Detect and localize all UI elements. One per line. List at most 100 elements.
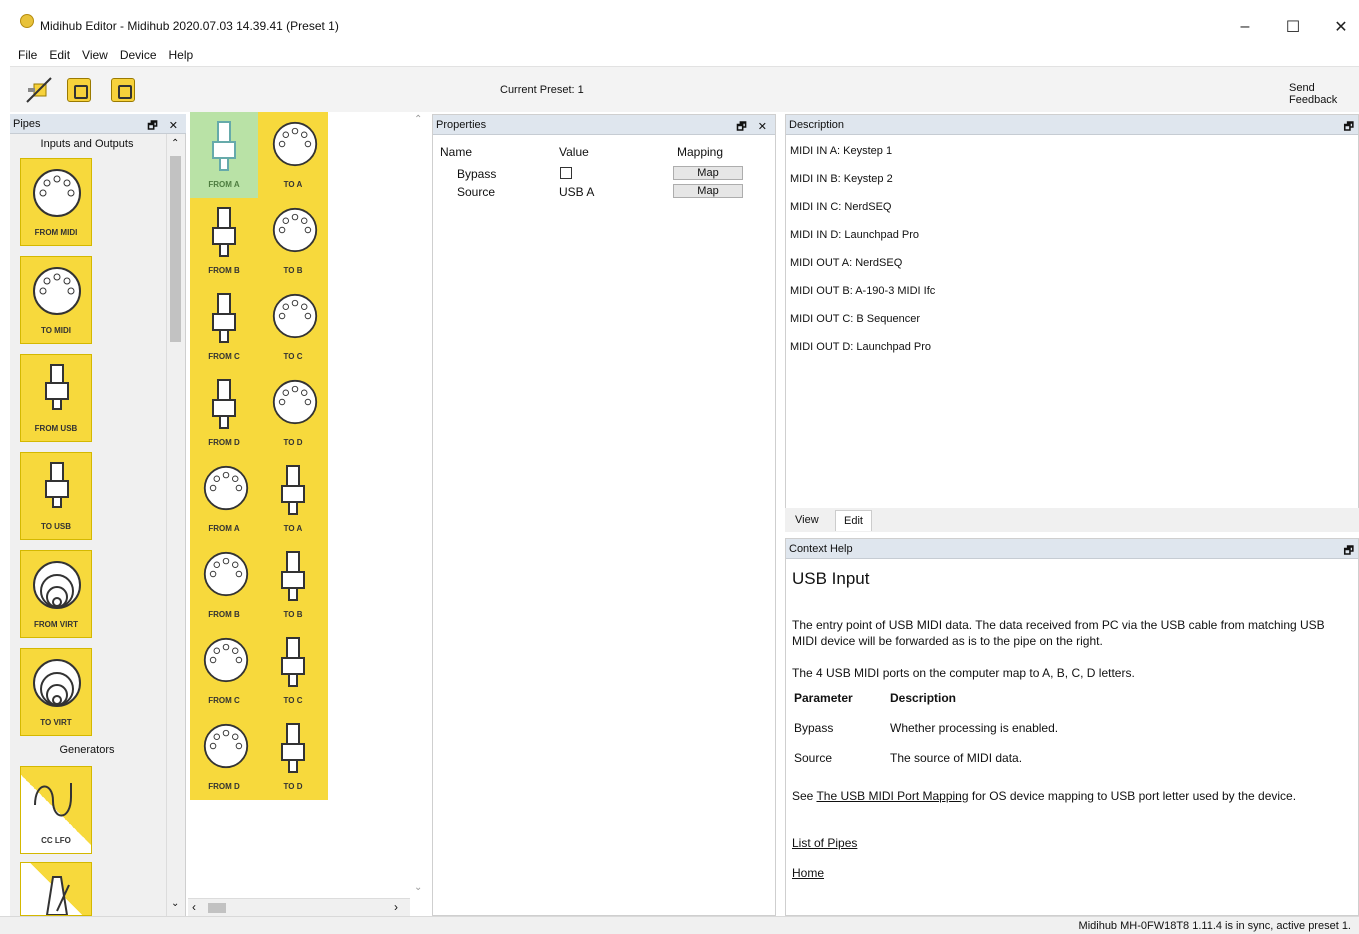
usb-plug-icon [212, 293, 236, 343]
pipe-tile-to-virt[interactable]: TO VIRT [20, 648, 92, 736]
properties-panel-header: Properties 🗗 ✕ [433, 115, 775, 135]
tab-edit[interactable]: Edit [835, 510, 872, 531]
pipe-tile-metronome[interactable] [20, 862, 92, 916]
scroll-up-icon[interactable]: ⌃ [414, 114, 422, 125]
usb-plug-icon [45, 462, 69, 508]
usb-plug-icon [45, 364, 69, 410]
panel-float-icon[interactable]: 🗗 [1344, 118, 1358, 137]
menu-bar: File Edit View Device Help [0, 44, 1359, 66]
list-of-pipes-link[interactable]: List of Pipes [792, 835, 857, 851]
minimize-button[interactable]: – [1222, 12, 1268, 42]
description-line: MIDI OUT D: Launchpad Pro [790, 341, 932, 353]
panel-float-close-controls[interactable]: 🗗 ✕ [736, 118, 771, 137]
scroll-up-icon[interactable]: ⌃ [171, 138, 179, 149]
usb-plug-icon [212, 121, 236, 171]
canvas-horizontal-scrollbar[interactable]: ‹ › [188, 898, 410, 916]
source-value[interactable]: USB A [559, 185, 594, 199]
panel-float-icon[interactable]: 🗗 [1344, 542, 1358, 561]
description-line: MIDI IN B: Keystep 2 [790, 173, 893, 185]
status-text: Midihub MH-0FW18T8 1.11.4 is in sync, ac… [1078, 920, 1351, 932]
scroll-thumb[interactable] [208, 903, 226, 913]
chip-icon [111, 78, 135, 102]
context-help-see-paragraph: See The USB MIDI Port Mapping for OS dev… [792, 788, 1342, 804]
grid-cell-usb-to-c[interactable]: TO C [259, 628, 327, 714]
grid-cell-midi-to-c[interactable]: TO C [259, 284, 327, 370]
description-line: MIDI IN D: Launchpad Pro [790, 229, 920, 241]
din-connector-icon [203, 637, 249, 683]
grid-cell-usb-from-c[interactable]: FROM C [190, 284, 258, 370]
grid-cell-label: TO D [283, 782, 303, 791]
context-help-panel: Context Help 🗗 USB Input The entry point… [785, 538, 1359, 916]
write-device-button[interactable] [108, 75, 138, 105]
grid-cell-usb-from-a[interactable]: FROM A [190, 112, 258, 198]
grid-cell-midi-from-a[interactable]: FROM A [190, 456, 258, 542]
see-prefix: See [792, 789, 817, 803]
pipe-grid: FROM A TO A FROM B TO B FROM C TO C FROM… [190, 112, 328, 800]
din-connector-icon [203, 551, 249, 597]
map-button-bypass[interactable]: Map [673, 166, 743, 180]
grid-cell-label: FROM C [208, 696, 240, 705]
tab-view[interactable]: View [789, 512, 825, 528]
grid-cell-usb-from-d[interactable]: FROM D [190, 370, 258, 456]
menu-view[interactable]: View [76, 48, 114, 62]
grid-cell-midi-to-a[interactable]: TO A [259, 112, 327, 198]
maximize-button[interactable]: ☐ [1270, 12, 1316, 42]
status-bar: Midihub MH-0FW18T8 1.11.4 is in sync, ac… [0, 916, 1359, 934]
menu-device[interactable]: Device [114, 48, 163, 62]
usb-plug-icon [281, 551, 305, 601]
pipe-tile-from-virt[interactable]: FROM VIRT [20, 550, 92, 638]
pipe-tile-cc-lfo[interactable]: CC LFO [20, 766, 92, 854]
pipe-tile-from-midi[interactable]: FROM MIDI [20, 158, 92, 246]
send-feedback-button[interactable]: Send Feedback [1289, 82, 1359, 106]
grid-cell-usb-to-a[interactable]: TO A [259, 456, 327, 542]
grid-cell-usb-to-d[interactable]: TO D [259, 714, 327, 800]
col-header-value: Value [559, 145, 589, 159]
description-line: MIDI OUT B: A-190-3 MIDI Ifc [790, 285, 936, 297]
scroll-thumb[interactable] [170, 156, 181, 342]
map-button-source[interactable]: Map [673, 184, 743, 198]
din-connector-icon [203, 723, 249, 769]
description-line: MIDI IN C: NerdSEQ [790, 201, 892, 213]
grid-cell-midi-to-b[interactable]: TO B [259, 198, 327, 284]
pipes-scrollbar[interactable]: ⌃ ⌄ [166, 134, 184, 916]
pipe-tile-to-usb[interactable]: TO USB [20, 452, 92, 540]
scroll-right-icon[interactable]: › [394, 900, 398, 914]
grid-cell-usb-from-b[interactable]: FROM B [190, 198, 258, 284]
pipe-tile-label: FROM VIRT [34, 620, 78, 629]
pipe-tile-from-usb[interactable]: FROM USB [20, 354, 92, 442]
properties-panel: Properties 🗗 ✕ Name Value Mapping Bypass… [432, 114, 776, 916]
pipes-panel-header: Pipes 🗗 ✕ [10, 114, 186, 134]
section-inputs-outputs: Inputs and Outputs [40, 138, 134, 150]
disconnect-button[interactable] [24, 75, 54, 105]
read-device-button[interactable] [64, 75, 94, 105]
menu-edit[interactable]: Edit [43, 48, 76, 62]
usb-plug-icon [281, 637, 305, 687]
pipe-tile-label: CC LFO [41, 836, 71, 845]
grid-cell-usb-to-b[interactable]: TO B [259, 542, 327, 628]
scroll-left-icon[interactable]: ‹ [192, 900, 196, 914]
grid-cell-midi-to-d[interactable]: TO D [259, 370, 327, 456]
grid-cell-midi-from-b[interactable]: FROM B [190, 542, 258, 628]
usb-plug-icon [212, 379, 236, 429]
close-button[interactable]: ✕ [1318, 12, 1359, 42]
bypass-checkbox[interactable] [560, 167, 572, 179]
pipe-tile-to-midi[interactable]: TO MIDI [20, 256, 92, 344]
disconnect-icon [26, 77, 52, 103]
grid-cell-midi-from-d[interactable]: FROM D [190, 714, 258, 800]
grid-cell-label: FROM A [208, 524, 240, 533]
metronome-icon [45, 876, 70, 915]
menu-help[interactable]: Help [163, 48, 200, 62]
grid-cell-label: TO A [283, 180, 303, 189]
grid-cell-midi-from-c[interactable]: FROM C [190, 628, 258, 714]
canvas-vertical-scrollbar[interactable]: ⌃ ⌄ [410, 112, 428, 898]
properties-panel-title: Properties [436, 119, 487, 131]
context-help-header: Context Help 🗗 [786, 539, 1358, 559]
scroll-down-icon[interactable]: ⌄ [414, 882, 422, 893]
menu-file[interactable]: File [12, 48, 43, 62]
pipe-tile-label: TO USB [40, 522, 72, 531]
scroll-down-icon[interactable]: ⌄ [171, 898, 179, 909]
table-header-parameter: Parameter [794, 691, 853, 705]
context-help-paragraph: The entry point of USB MIDI data. The da… [792, 618, 1325, 648]
home-link[interactable]: Home [792, 865, 824, 881]
usb-port-mapping-link[interactable]: The USB MIDI Port Mapping [816, 789, 968, 803]
